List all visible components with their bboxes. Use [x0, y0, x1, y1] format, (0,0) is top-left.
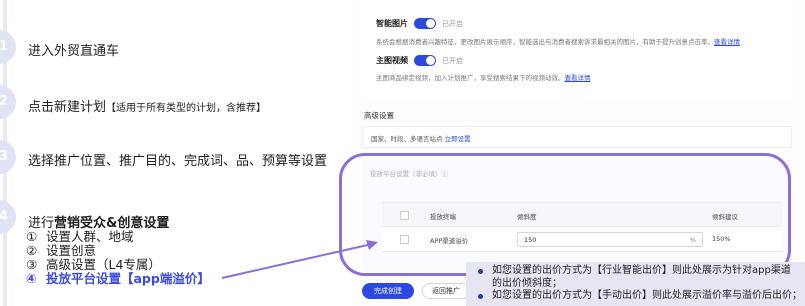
step-2-badge: 2 — [0, 85, 16, 119]
main-video-switch[interactable] — [414, 55, 436, 66]
sub-item-platform: ④ 投放平台设置【app端溢价】 — [26, 271, 210, 286]
advanced-settings-box: 国家、时段、多语言站点 立即设置 — [362, 126, 792, 148]
bullet-icon — [478, 269, 483, 274]
main-video-desc: 主图商品绑定视频，加入计划推广，享受搜索结果下的视频动效。查看详情 — [376, 74, 591, 82]
row-suggest: 150% — [712, 235, 731, 243]
row-checkbox[interactable] — [400, 235, 409, 244]
complete-create-button[interactable]: 完成创建 — [362, 283, 414, 299]
smart-image-label: 智能图片 — [376, 19, 408, 28]
step-1-badge: 1 — [0, 30, 16, 64]
sub-item-audience: ① 设置人群、地域 — [26, 229, 134, 244]
smart-image-row: 智能图片 已开启 — [376, 18, 463, 29]
creative-settings-card — [362, 0, 792, 100]
smart-image-state: 已开启 — [442, 19, 463, 28]
rate-input-value: 150 — [524, 236, 537, 244]
platform-settings-title: 投放平台设置（非必填）ⓘ — [370, 170, 448, 178]
bullet-icon — [478, 294, 483, 299]
note-item: 如您设置的出价方式为【手动出价】则此处展示溢价率与溢价后出价； — [476, 290, 802, 303]
smart-image-desc: 系统会根据消费者兴趣特征，更改图片展示顺序，智能选出与消费者搜索诉求最相关的图片… — [376, 38, 740, 46]
main-video-label: 主图视频 — [376, 56, 408, 65]
step-4-badge: 4 — [0, 200, 16, 234]
advanced-settings-link[interactable]: 立即设置 — [445, 135, 471, 143]
sub-item-creative: ② 设置创意 — [26, 243, 97, 258]
steps-panel: 1 进入外贸直通车 2 点击新建计划【适用于所有类型的计划，含推荐】 3 选择推… — [0, 0, 345, 306]
main-video-row: 主图视频 已开启 — [376, 55, 463, 66]
advanced-settings-title: 高级设置 — [364, 111, 394, 120]
back-to-promotion-button[interactable]: 返回推广 — [422, 283, 470, 299]
rate-input[interactable]: 150 % — [517, 232, 703, 247]
advanced-settings-desc: 国家、时段、多语言站点 — [371, 135, 443, 143]
col-suggest: 倾斜建议 — [712, 213, 738, 221]
step-3-title: 选择推广位置、推广目的、完成词、品、预算等设置 — [28, 154, 328, 169]
campaign-form: 智能图片 已开启 系统会根据消费者兴趣特征，更改图片展示顺序，智能选出与消费者搜… — [350, 0, 805, 306]
rate-unit: % — [689, 236, 696, 244]
select-all-checkbox[interactable] — [400, 211, 409, 220]
table-row: APP渠道溢价 150 % 150% — [382, 226, 782, 252]
platform-table-header: 投放终端 倾斜度 倾斜建议 — [382, 202, 782, 226]
note-item: 的出价倾斜度； — [492, 277, 562, 289]
step-4-sub-list: ① 设置人群、地域 ② 设置创意 ③ 高级设置（L4专属） ④ 投放平台设置【app端溢… — [26, 230, 210, 286]
step-2-note: 【适用于所有类型的计划，含推荐】 — [106, 103, 267, 114]
platform-settings-panel: 投放平台设置（非必填）ⓘ 投放终端 倾斜度 倾斜建议 APP渠道溢价 150 %… — [362, 160, 792, 268]
bid-note-box: 如您设置的出价方式为【行业智能出价】则此处展示为针对app渠道 的出价倾斜度； … — [466, 262, 805, 306]
step-3-badge: 3 — [0, 140, 16, 174]
step-1-title: 进入外贸直通车 — [28, 44, 120, 59]
row-terminal: APP渠道溢价 — [430, 237, 469, 245]
main-video-detail-link[interactable]: 查看详情 — [565, 74, 591, 82]
step-2-title: 点击新建计划【适用于所有类型的计划，含推荐】 — [28, 100, 267, 115]
col-terminal: 投放终端 — [430, 213, 456, 221]
smart-image-detail-link[interactable]: 查看详情 — [714, 38, 740, 46]
note-item: 如您设置的出价方式为【行业智能出价】则此处展示为针对app渠道 — [476, 265, 799, 278]
sub-item-advanced: ③ 高级设置（L4专属） — [26, 257, 161, 272]
smart-image-switch[interactable] — [414, 18, 436, 29]
main-video-state: 已开启 — [442, 56, 463, 65]
col-rate: 倾斜度 — [517, 213, 537, 221]
